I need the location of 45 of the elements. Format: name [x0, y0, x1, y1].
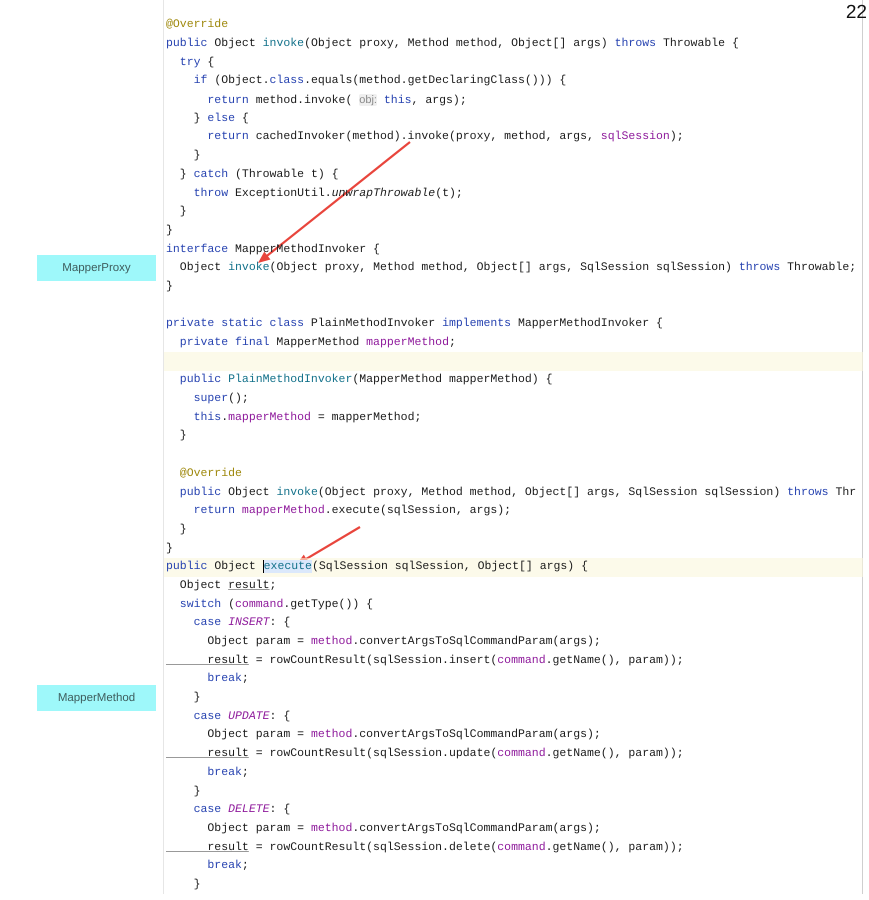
- code-line: }: [166, 222, 173, 239]
- code-line: public Object execute(SqlSession sqlSession, Object[] args) {: [166, 559, 588, 576]
- code-line: super();: [192, 391, 249, 408]
- code-line: if (Object.class.equals(method.getDeclaringClass())) {: [192, 73, 566, 90]
- code-line: }: [178, 428, 187, 444]
- code-line: }: [192, 690, 201, 706]
- code-line: @Override: [166, 17, 228, 34]
- code-line: } catch (Throwable t) {: [178, 166, 339, 183]
- code-line: private static class PlainMethodInvoker implements MapperMethodInvoker {: [166, 316, 663, 332]
- code-line: Object param = method.convertArgsToSqlCommandParam(args);: [206, 634, 601, 650]
- code-line: case INSERT: {: [192, 615, 290, 632]
- code-line: }: [192, 148, 201, 164]
- code-line: return method.invoke( obj: this, args);: [206, 92, 467, 109]
- code-line: }: [192, 876, 201, 893]
- code-line: }: [166, 278, 173, 295]
- code-line: result = rowCountResult(sqlSession.update(command.getName(), param));: [206, 746, 684, 762]
- code-line: this.mapperMethod = mapperMethod;: [192, 410, 422, 426]
- code-line: public PlainMethodInvoker(MapperMethod mapperMethod) {: [178, 372, 552, 388]
- page-number: 22: [846, 2, 867, 24]
- code-line: return cachedInvoker(method).invoke(proxy, method, args, sqlSession);: [206, 129, 684, 146]
- code-line: @Override: [178, 466, 242, 482]
- code-line: public Object invoke(Object proxy, Method method, Object[] args) throws Throwable {: [166, 36, 739, 52]
- code-line: switch (command.getType()) {: [178, 596, 374, 613]
- code-line: Object result;: [178, 578, 276, 594]
- code-line: case DELETE: {: [192, 802, 290, 818]
- code-line: break;: [206, 858, 249, 874]
- code-line: case UPDATE: {: [192, 708, 290, 725]
- code-line: Object param = method.convertArgsToSqlCommandParam(args);: [206, 727, 601, 744]
- code-line: try {: [178, 54, 214, 71]
- code-line: public Object invoke(Object proxy, Method method, Object[] args, SqlSession sqlSession) throws Thr: [178, 484, 856, 501]
- code-line: }: [178, 204, 187, 220]
- code-line: }: [178, 522, 187, 538]
- code-line: Object param = method.convertArgsToSqlCommandParam(args);: [206, 820, 601, 837]
- code-line: private final MapperMethod mapperMethod;: [178, 335, 456, 352]
- code-line: return mapperMethod.execute(sqlSession, args);: [192, 503, 512, 520]
- code-line: }: [166, 540, 173, 557]
- code-line: Object invoke(Object proxy, Method method, Object[] args, SqlSession sqlSession) throws Throwable;: [178, 260, 856, 276]
- code-line: break;: [206, 671, 249, 688]
- class-label: MapperMethod: [37, 685, 156, 712]
- code-line: result = rowCountResult(sqlSession.insert(command.getName(), param));: [206, 652, 684, 669]
- code-line: result = rowCountResult(sqlSession.delete(command.getName(), param));: [206, 840, 684, 856]
- code-line: break;: [206, 764, 249, 781]
- code-line: }: [192, 784, 201, 800]
- code-line: } else {: [192, 110, 249, 127]
- class-label: MapperProxy: [37, 255, 156, 282]
